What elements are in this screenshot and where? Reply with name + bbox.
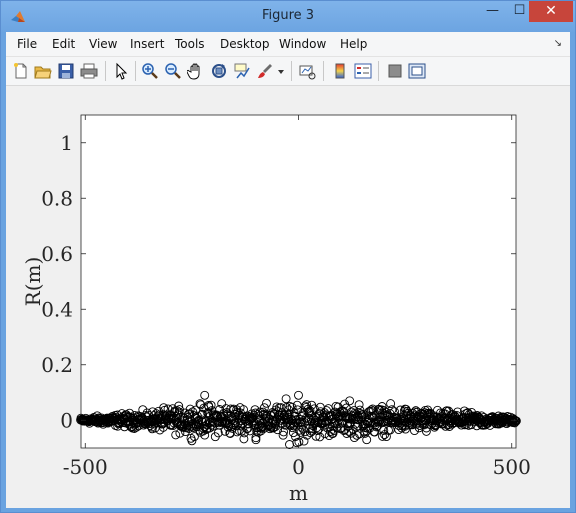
figure-window: Figure 3 — ☐ ✕ File Edit View Insert Too…	[0, 0, 576, 513]
zoom-in-icon[interactable]	[141, 62, 159, 80]
x-tick-label: -500	[63, 455, 108, 479]
brush-icon[interactable]	[256, 62, 274, 80]
data-cursor-icon[interactable]	[233, 62, 251, 80]
figure-canvas[interactable]: 0 0.2 0.4 0.6 0.8 1 -500 0 500 m R(m)	[6, 86, 570, 508]
axes-box	[80, 114, 517, 449]
x-tick-label: 500	[493, 455, 531, 479]
hide-plot-tools-icon[interactable]	[386, 62, 404, 80]
x-tick-label: 0	[292, 455, 305, 479]
figure-toolbar	[6, 57, 570, 86]
menu-insert[interactable]: Insert	[130, 37, 164, 51]
y-tick-label: 0	[60, 408, 73, 432]
menu-help[interactable]: Help	[340, 37, 367, 51]
print-icon[interactable]	[80, 62, 98, 80]
title-bar[interactable]: Figure 3 — ☐ ✕	[1, 1, 575, 32]
y-tick-label: 0.2	[41, 353, 73, 377]
zoom-out-icon[interactable]	[164, 62, 182, 80]
minimize-button[interactable]: —	[479, 1, 506, 22]
menu-tools[interactable]: Tools	[175, 37, 205, 51]
rotate-3d-icon[interactable]	[210, 62, 228, 80]
y-tick-label: 0.4	[41, 297, 73, 321]
brush-dropdown-icon[interactable]	[277, 62, 285, 80]
scatter-plot[interactable]: 0 0.2 0.4 0.6 0.8 1 -500 0 500 m R(m)	[6, 86, 570, 508]
y-tick-label: 0.6	[41, 242, 73, 266]
open-file-icon[interactable]	[34, 62, 52, 80]
show-plot-tools-icon[interactable]	[408, 62, 426, 80]
y-tick-label: 1	[60, 131, 73, 155]
dock-figure-icon[interactable]: ↘	[554, 38, 562, 49]
save-icon[interactable]	[57, 62, 75, 80]
close-button[interactable]: ✕	[529, 1, 573, 22]
new-figure-icon[interactable]	[12, 62, 30, 80]
legend-icon[interactable]	[354, 62, 372, 80]
figure-client-area: File Edit View Insert Tools Desktop Wind…	[6, 32, 570, 508]
y-tick-label: 0.8	[41, 186, 73, 210]
colorbar-icon[interactable]	[331, 62, 349, 80]
menu-view[interactable]: View	[89, 37, 117, 51]
menu-file[interactable]: File	[17, 37, 37, 51]
link-plot-icon[interactable]	[298, 62, 316, 80]
menu-desktop[interactable]: Desktop	[220, 37, 270, 51]
x-axis-label: m	[289, 481, 308, 505]
menu-edit[interactable]: Edit	[52, 37, 75, 51]
y-axis-label: R(m)	[21, 257, 45, 307]
menu-bar: File Edit View Insert Tools Desktop Wind…	[6, 32, 570, 57]
pan-hand-icon[interactable]	[187, 62, 205, 80]
menu-window[interactable]: Window	[279, 37, 326, 51]
select-arrow-icon[interactable]	[112, 62, 130, 80]
